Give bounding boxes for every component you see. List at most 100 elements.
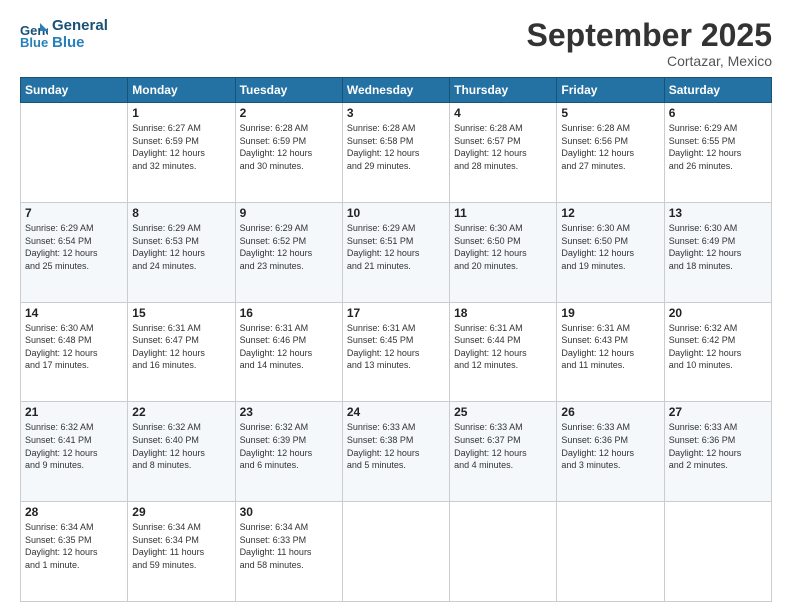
day-number: 7	[25, 206, 123, 220]
table-row: 19 Sunrise: 6:31 AM Sunset: 6:43 PM Dayli…	[557, 302, 664, 402]
col-tuesday: Tuesday	[235, 78, 342, 103]
day-info: Sunrise: 6:31 AM Sunset: 6:45 PM Dayligh…	[347, 322, 445, 372]
table-row: 21 Sunrise: 6:32 AM Sunset: 6:41 PM Dayli…	[21, 402, 128, 502]
table-row: 20Sunrise: 6:32 AM Sunset: 6:42 PM Dayli…	[664, 302, 771, 402]
day-info: Sunrise: 6:28 AM Sunset: 6:59 PM Dayligh…	[240, 122, 338, 172]
day-number: 17	[347, 306, 445, 320]
col-monday: Monday	[128, 78, 235, 103]
calendar-week-row: 28Sunrise: 6:34 AM Sunset: 6:35 PM Dayli…	[21, 502, 772, 602]
day-number: 5	[561, 106, 659, 120]
day-info: Sunrise: 6:29 AM Sunset: 6:54 PM Dayligh…	[25, 222, 123, 272]
day-info: Sunrise: 6:29 AM Sunset: 6:51 PM Dayligh…	[347, 222, 445, 272]
day-info: Sunrise: 6:30 AM Sunset: 6:50 PM Dayligh…	[561, 222, 659, 272]
day-info: Sunrise: 6:28 AM Sunset: 6:58 PM Dayligh…	[347, 122, 445, 172]
day-number: 29	[132, 505, 230, 519]
day-info: Sunrise: 6:34 AM Sunset: 6:34 PM Dayligh…	[132, 521, 230, 571]
day-number: 4	[454, 106, 552, 120]
table-row: 22 Sunrise: 6:32 AM Sunset: 6:40 PM Dayli…	[128, 402, 235, 502]
calendar-week-row: 21 Sunrise: 6:32 AM Sunset: 6:41 PM Dayli…	[21, 402, 772, 502]
table-row: 12 Sunrise: 6:30 AM Sunset: 6:50 PM Dayli…	[557, 202, 664, 302]
day-number: 30	[240, 505, 338, 519]
day-number: 12	[561, 206, 659, 220]
day-info: Sunrise: 6:29 AM Sunset: 6:53 PM Dayligh…	[132, 222, 230, 272]
day-info: Sunrise: 6:27 AM Sunset: 6:59 PM Dayligh…	[132, 122, 230, 172]
day-info: Sunrise: 6:33 AM Sunset: 6:36 PM Dayligh…	[669, 421, 767, 471]
day-number: 8	[132, 206, 230, 220]
logo-line2: Blue	[52, 35, 108, 52]
page: General Blue General Blue September 2025…	[0, 0, 792, 612]
day-info: Sunrise: 6:32 AM Sunset: 6:41 PM Dayligh…	[25, 421, 123, 471]
table-row: 9 Sunrise: 6:29 AM Sunset: 6:52 PM Daylig…	[235, 202, 342, 302]
day-number: 11	[454, 206, 552, 220]
table-row: 18Sunrise: 6:31 AM Sunset: 6:44 PM Dayli…	[450, 302, 557, 402]
table-row: 27 Sunrise: 6:33 AM Sunset: 6:36 PM Dayli…	[664, 402, 771, 502]
table-row	[450, 502, 557, 602]
day-info: Sunrise: 6:30 AM Sunset: 6:49 PM Dayligh…	[669, 222, 767, 272]
calendar-header-row: Sunday Monday Tuesday Wednesday Thursday…	[21, 78, 772, 103]
day-number: 1	[132, 106, 230, 120]
table-row: 13Sunrise: 6:30 AM Sunset: 6:49 PM Dayli…	[664, 202, 771, 302]
day-number: 16	[240, 306, 338, 320]
day-number: 10	[347, 206, 445, 220]
table-row: 28Sunrise: 6:34 AM Sunset: 6:35 PM Dayli…	[21, 502, 128, 602]
table-row: 6 Sunrise: 6:29 AM Sunset: 6:55 PM Daylig…	[664, 103, 771, 203]
month-title: September 2025	[527, 18, 772, 53]
day-info: Sunrise: 6:33 AM Sunset: 6:38 PM Dayligh…	[347, 421, 445, 471]
day-number: 27	[669, 405, 767, 419]
day-info: Sunrise: 6:29 AM Sunset: 6:55 PM Dayligh…	[669, 122, 767, 172]
day-info: Sunrise: 6:30 AM Sunset: 6:48 PM Dayligh…	[25, 322, 123, 372]
calendar-table: Sunday Monday Tuesday Wednesday Thursday…	[20, 77, 772, 602]
table-row: 15 Sunrise: 6:31 AM Sunset: 6:47 PM Dayli…	[128, 302, 235, 402]
table-row: 8 Sunrise: 6:29 AM Sunset: 6:53 PM Daylig…	[128, 202, 235, 302]
day-number: 20	[669, 306, 767, 320]
table-row: 10 Sunrise: 6:29 AM Sunset: 6:51 PM Dayli…	[342, 202, 449, 302]
logo-line1: General	[52, 18, 108, 35]
day-info: Sunrise: 6:28 AM Sunset: 6:56 PM Dayligh…	[561, 122, 659, 172]
day-number: 3	[347, 106, 445, 120]
day-info: Sunrise: 6:33 AM Sunset: 6:36 PM Dayligh…	[561, 421, 659, 471]
table-row	[21, 103, 128, 203]
table-row: 29 Sunrise: 6:34 AM Sunset: 6:34 PM Dayli…	[128, 502, 235, 602]
day-info: Sunrise: 6:34 AM Sunset: 6:33 PM Dayligh…	[240, 521, 338, 571]
location-subtitle: Cortazar, Mexico	[527, 53, 772, 69]
col-sunday: Sunday	[21, 78, 128, 103]
day-number: 15	[132, 306, 230, 320]
day-info: Sunrise: 6:32 AM Sunset: 6:39 PM Dayligh…	[240, 421, 338, 471]
day-info: Sunrise: 6:29 AM Sunset: 6:52 PM Dayligh…	[240, 222, 338, 272]
table-row: 7 Sunrise: 6:29 AM Sunset: 6:54 PM Daylig…	[21, 202, 128, 302]
table-row: 26 Sunrise: 6:33 AM Sunset: 6:36 PM Dayli…	[557, 402, 664, 502]
svg-text:Blue: Blue	[20, 35, 48, 49]
day-info: Sunrise: 6:31 AM Sunset: 6:43 PM Dayligh…	[561, 322, 659, 372]
logo-icon: General Blue	[20, 21, 48, 49]
table-row	[342, 502, 449, 602]
day-number: 19	[561, 306, 659, 320]
calendar-week-row: 7 Sunrise: 6:29 AM Sunset: 6:54 PM Daylig…	[21, 202, 772, 302]
table-row: 11 Sunrise: 6:30 AM Sunset: 6:50 PM Dayli…	[450, 202, 557, 302]
day-number: 24	[347, 405, 445, 419]
table-row: 1 Sunrise: 6:27 AM Sunset: 6:59 PM Daylig…	[128, 103, 235, 203]
day-info: Sunrise: 6:33 AM Sunset: 6:37 PM Dayligh…	[454, 421, 552, 471]
table-row: 16 Sunrise: 6:31 AM Sunset: 6:46 PM Dayli…	[235, 302, 342, 402]
day-number: 18	[454, 306, 552, 320]
table-row	[664, 502, 771, 602]
day-info: Sunrise: 6:28 AM Sunset: 6:57 PM Dayligh…	[454, 122, 552, 172]
day-number: 9	[240, 206, 338, 220]
day-number: 25	[454, 405, 552, 419]
table-row: 23Sunrise: 6:32 AM Sunset: 6:39 PM Dayli…	[235, 402, 342, 502]
day-number: 14	[25, 306, 123, 320]
day-number: 6	[669, 106, 767, 120]
table-row: 5 Sunrise: 6:28 AM Sunset: 6:56 PM Daylig…	[557, 103, 664, 203]
day-number: 26	[561, 405, 659, 419]
day-info: Sunrise: 6:31 AM Sunset: 6:46 PM Dayligh…	[240, 322, 338, 372]
col-thursday: Thursday	[450, 78, 557, 103]
table-row: 2Sunrise: 6:28 AM Sunset: 6:59 PM Daylig…	[235, 103, 342, 203]
day-info: Sunrise: 6:32 AM Sunset: 6:40 PM Dayligh…	[132, 421, 230, 471]
col-wednesday: Wednesday	[342, 78, 449, 103]
table-row	[557, 502, 664, 602]
day-number: 22	[132, 405, 230, 419]
day-number: 21	[25, 405, 123, 419]
day-info: Sunrise: 6:31 AM Sunset: 6:47 PM Dayligh…	[132, 322, 230, 372]
table-row: 30 Sunrise: 6:34 AM Sunset: 6:33 PM Dayli…	[235, 502, 342, 602]
calendar-week-row: 1 Sunrise: 6:27 AM Sunset: 6:59 PM Daylig…	[21, 103, 772, 203]
day-info: Sunrise: 6:30 AM Sunset: 6:50 PM Dayligh…	[454, 222, 552, 272]
